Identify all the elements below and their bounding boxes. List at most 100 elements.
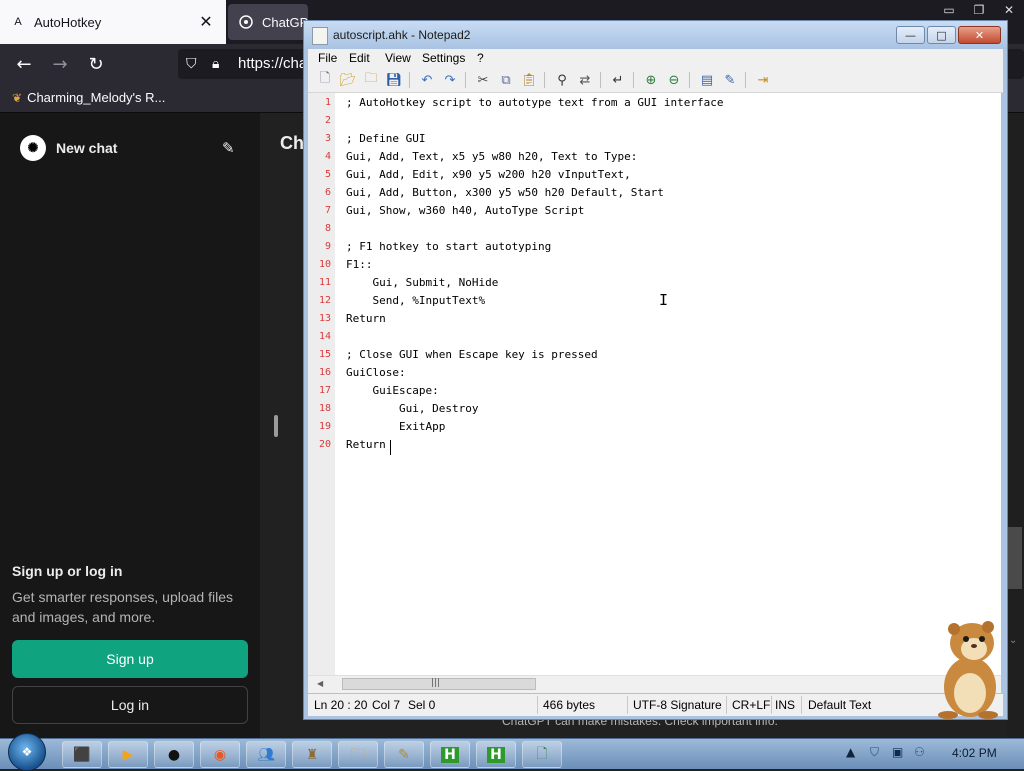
redo-icon[interactable]: ↷	[441, 71, 459, 89]
bookmark-label: Charming_Melody's R...	[27, 90, 166, 105]
browse-icon[interactable]: 🗀	[362, 71, 380, 89]
code-text[interactable]: Return	[346, 436, 386, 454]
code-text[interactable]: Send, %InputText%	[346, 292, 485, 310]
security-shield-icon[interactable]: ⛉	[870, 745, 879, 760]
scheme-icon[interactable]: ▤	[698, 71, 716, 89]
zoom-out-icon[interactable]: ⊖	[665, 71, 683, 89]
play-icon: ▶	[122, 746, 134, 763]
customize-scheme-icon[interactable]: ✎	[721, 71, 739, 89]
tab-close-icon[interactable]: ✕	[196, 12, 216, 32]
editor-area[interactable]: 1 ; AutoHotkey script to autotype text fr…	[308, 93, 1001, 675]
status-file-size: 466 bytes	[543, 698, 596, 712]
status-insert-mode[interactable]: INS	[775, 698, 795, 712]
status-line-position: Ln 20 : 20	[314, 698, 368, 712]
find-icon[interactable]: ⚲	[553, 71, 571, 89]
sidebar-resize-handle[interactable]	[274, 415, 278, 437]
taskbar-app-notepad2[interactable]: 🗋	[522, 741, 562, 768]
horizontal-scrollbar[interactable]: ◀ |||	[308, 675, 1001, 693]
scrollbar-thumb[interactable]	[1008, 527, 1022, 589]
code-text[interactable]: F1::	[346, 256, 373, 274]
copy-icon[interactable]: ⧉	[497, 71, 515, 89]
word-wrap-icon[interactable]: ↵	[609, 71, 627, 89]
scroll-left-icon[interactable]: ◀	[317, 679, 323, 688]
taskbar-app-users[interactable]: 👥︎	[246, 741, 286, 768]
status-line-ending[interactable]: CR+LF	[732, 698, 770, 712]
lock-icon[interactable]: 🔒︎	[212, 55, 230, 73]
new-chat-button[interactable]: ✺ New chat	[20, 135, 117, 161]
paste-icon[interactable]: 📋︎	[520, 71, 538, 89]
code-text[interactable]: Gui, Show, w360 h40, AutoType Script	[346, 202, 584, 220]
code-text[interactable]: Gui, Submit, NoHide	[346, 274, 498, 292]
taskbar-app-media[interactable]: ⬛	[62, 741, 102, 768]
replace-icon[interactable]: ⇄	[576, 71, 594, 89]
code-text[interactable]: Gui, Add, Edit, x90 y5 w200 h20 vInputTe…	[346, 166, 631, 184]
code-text[interactable]: ExitApp	[346, 418, 445, 436]
code-text[interactable]: ; F1 hotkey to start autotyping	[346, 238, 551, 256]
taskbar-app-player[interactable]: ▶	[108, 741, 148, 768]
status-scheme[interactable]: Default Text	[808, 698, 871, 712]
line-number: 14	[318, 331, 331, 342]
start-button[interactable]: ❖	[8, 733, 46, 771]
minimize-button[interactable]: —	[896, 26, 925, 44]
taskbar-app-autohotkey-2[interactable]: H	[476, 741, 516, 768]
line-number: 17	[318, 385, 331, 396]
reload-icon[interactable]: ↻	[84, 52, 108, 76]
new-file-icon[interactable]: 🗋	[316, 71, 334, 89]
code-text[interactable]: GuiEscape:	[346, 382, 438, 400]
forward-arrow-icon[interactable]: →	[48, 52, 72, 76]
zoom-in-icon[interactable]: ⊕	[642, 71, 660, 89]
tray-expand-icon[interactable]: ▲	[846, 745, 855, 759]
undo-icon[interactable]: ↶	[418, 71, 436, 89]
line-number: 7	[324, 205, 331, 216]
code-text[interactable]: Gui, Add, Text, x5 y5 w80 h20, Text to T…	[346, 148, 637, 166]
notes-icon: ✎	[398, 746, 410, 763]
sign-up-button[interactable]: Sign up	[12, 640, 248, 678]
restore-icon[interactable]: ❐	[964, 0, 994, 20]
monitor-icon[interactable]: ▣	[892, 745, 903, 759]
network-icon[interactable]: ⚇	[914, 745, 925, 759]
code-text[interactable]: ; Close GUI when Escape key is pressed	[346, 346, 598, 364]
code-text[interactable]: Gui, Destroy	[346, 400, 478, 418]
menu-help[interactable]: ?	[477, 51, 484, 65]
bookmark-item[interactable]: ❦ Charming_Melody's R...	[12, 90, 165, 105]
code-text[interactable]: GuiClose:	[346, 364, 406, 382]
cut-icon[interactable]: ✂	[474, 71, 492, 89]
scrollbar-thumb[interactable]: |||	[342, 678, 536, 690]
tool-icon: ♜	[305, 746, 319, 763]
compose-icon[interactable]: ✎	[222, 139, 235, 157]
notepad-titlebar[interactable]: autoscript.ahk - Notepad2 — □ ✕	[304, 21, 1007, 49]
taskbar-app-tool[interactable]: ♜	[292, 741, 332, 768]
chevron-down-icon[interactable]: ⌄	[1009, 635, 1017, 646]
shield-icon[interactable]: ⛉	[186, 55, 204, 73]
tab-autohotkey[interactable]: A AutoHotkey ✕	[0, 0, 226, 44]
toolbar: 🗋 📂︎ 🗀 💾︎ ↶ ↷ ✂ ⧉ 📋︎ ⚲ ⇄ ↵ ⊕ ⊖ ▤ ✎ ⇥	[308, 68, 1003, 93]
clock[interactable]: 4:02 PM	[952, 746, 997, 760]
tab-title: ChatGPT	[262, 14, 308, 30]
minimize-icon[interactable]: ▭	[934, 0, 964, 20]
url-text[interactable]: https://cha	[238, 55, 307, 72]
taskbar-app-autohotkey[interactable]: H	[430, 741, 470, 768]
code-text[interactable]: Gui, Add, Button, x300 y5 w50 h20 Defaul…	[346, 184, 664, 202]
close-icon[interactable]: ✕	[994, 0, 1024, 20]
menu-view[interactable]: View	[385, 51, 411, 65]
taskbar-app-firefox[interactable]: ◉	[200, 741, 240, 768]
menu-file[interactable]: File	[318, 51, 337, 65]
tab-chatgpt[interactable]: ChatGPT	[228, 4, 308, 40]
code-text[interactable]: Return	[346, 310, 386, 328]
code-text[interactable]: ; AutoHotkey script to autotype text fro…	[346, 94, 724, 112]
log-in-button[interactable]: Log in	[12, 686, 248, 724]
close-button[interactable]: ✕	[958, 26, 1001, 44]
maximize-button[interactable]: □	[927, 26, 956, 44]
taskbar-app-notes[interactable]: ✎	[384, 741, 424, 768]
taskbar-app-explorer[interactable]: 🗀	[338, 741, 378, 768]
menu-edit[interactable]: Edit	[349, 51, 370, 65]
back-arrow-icon[interactable]: ←	[12, 52, 36, 76]
exit-icon[interactable]: ⇥	[754, 71, 772, 89]
folder-icon: 🗀	[351, 745, 365, 762]
save-icon[interactable]: 💾︎	[385, 71, 403, 89]
status-encoding[interactable]: UTF-8 Signature	[633, 698, 722, 712]
menu-settings[interactable]: Settings	[422, 51, 465, 65]
taskbar-app-obs[interactable]: ●	[154, 741, 194, 768]
code-text[interactable]: ; Define GUI	[346, 130, 425, 148]
open-folder-icon[interactable]: 📂︎	[339, 71, 357, 89]
